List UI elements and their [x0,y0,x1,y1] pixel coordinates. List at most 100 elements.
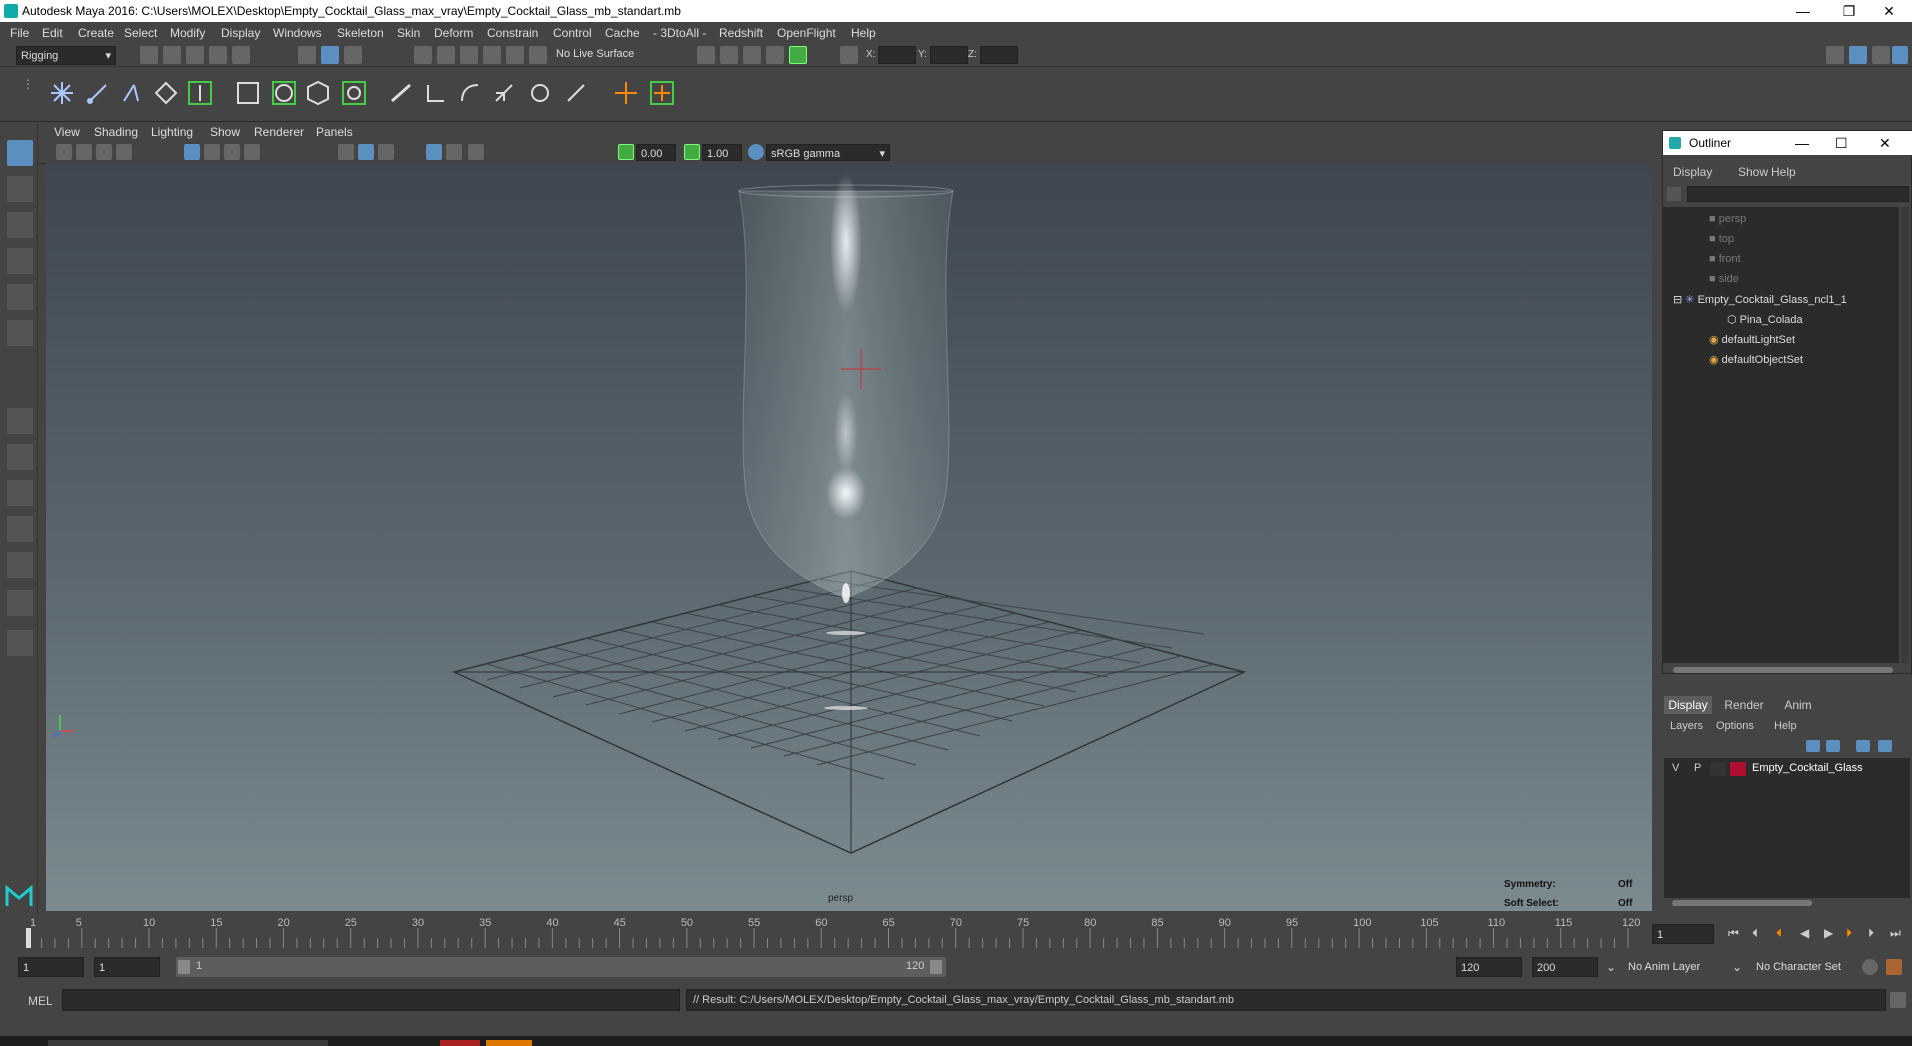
outliner-item-default-light-set[interactable]: ◉ defaultLightSet [1709,333,1795,346]
hypershade-layout-icon[interactable] [7,552,33,578]
single-view-layout-icon[interactable] [7,408,33,434]
color-space-dropdown[interactable]: sRGB gamma ▾ [766,144,890,161]
open-scene-icon[interactable] [163,46,181,64]
go-to-end-icon[interactable]: ⏭ [1890,926,1901,941]
cluster-icon[interactable] [340,79,368,107]
range-end-handle[interactable] [930,960,942,974]
layer-playback-toggle[interactable]: P [1694,762,1701,774]
lasso-tool-icon[interactable] [7,176,33,202]
current-frame-marker[interactable] [26,928,31,948]
tab-anim[interactable]: Anim [1774,696,1822,714]
step-forward-key-icon[interactable]: ⏵ [1846,926,1852,941]
collapse-icon[interactable]: ⊟ [1673,294,1685,306]
snap-surface-icon[interactable] [506,46,524,64]
layer-color-swatch[interactable] [1730,762,1746,776]
xray-icon[interactable] [426,144,442,160]
taskbar-item[interactable] [486,1040,532,1046]
outliner-item-front[interactable]: ■ front [1709,253,1741,265]
orient-constraint-icon[interactable] [490,79,518,107]
snap-curve-icon[interactable] [437,46,455,64]
playback-start-field[interactable]: 1 [94,957,160,977]
taskbar-item[interactable] [440,1040,480,1046]
outliner-menu-help[interactable]: Help [1771,165,1796,179]
select-hierarchy-icon[interactable] [298,46,316,64]
play-back-icon[interactable]: ◀ [1800,926,1809,940]
new-layer-selected-icon[interactable] [1878,740,1892,752]
outliner-vscrollbar[interactable] [1901,207,1909,663]
z-field[interactable] [980,46,1018,64]
outliner-item-top[interactable]: ■ top [1709,233,1734,245]
persp-graph-layout-icon[interactable] [7,516,33,542]
menu-skeleton[interactable]: Skeleton [337,26,384,40]
taskbar-item[interactable] [48,1040,328,1046]
playback-end-field[interactable]: 120 [1456,957,1522,977]
locator-group-icon[interactable] [648,79,676,107]
new-layer-icon[interactable] [1856,740,1870,752]
color-management-icon[interactable] [748,144,764,160]
layer-menu-layers[interactable]: Layers [1670,720,1703,732]
scale-tool-icon[interactable] [7,320,33,346]
vp-menu-view[interactable]: View [54,125,80,139]
select-tool-icon[interactable] [7,140,33,166]
grid-toggle-icon[interactable] [184,144,200,160]
film-gate-icon[interactable] [204,144,220,160]
live-surface-label[interactable]: No Live Surface [556,48,634,60]
undo-icon[interactable] [209,46,227,64]
outliner-item-side[interactable]: ■ side [1709,273,1739,285]
scene-start-field[interactable]: 1 [18,957,84,977]
play-forward-icon[interactable]: ▶ [1824,926,1833,940]
y-field[interactable] [930,46,968,64]
shadows-icon[interactable] [468,144,484,160]
step-back-key-icon[interactable]: ⏴ [1776,926,1782,941]
snap-live-icon[interactable] [529,46,547,64]
menu-file[interactable]: File [10,26,29,40]
locator-icon[interactable] [612,79,640,107]
outliner-item-glass-group[interactable]: ⊟ ✳ Empty_Cocktail_Glass_ncl1_1 [1673,293,1847,306]
snap-point-icon[interactable] [460,46,478,64]
menuset-dropdown[interactable]: Rigging ▾ [16,46,116,65]
bookmark-icon[interactable] [96,144,112,160]
render-frame-icon[interactable] [697,46,715,64]
smooth-shade-icon[interactable] [358,144,374,160]
minimize-button[interactable]: — [1780,0,1826,22]
vp-menu-lighting[interactable]: Lighting [151,125,193,139]
command-input[interactable] [62,989,680,1011]
scale-constraint-icon[interactable] [526,79,554,107]
menu-help[interactable]: Help [851,26,876,40]
modeling-toolkit-icon[interactable] [1826,46,1844,64]
bind-skin-icon[interactable] [234,79,262,107]
menu-skin[interactable]: Skin [397,26,420,40]
save-scene-icon[interactable] [186,46,204,64]
four-view-layout-icon[interactable] [7,444,33,470]
transform-absolute-icon[interactable] [840,46,858,64]
shelf-menu-icon[interactable]: ⋮ [22,77,34,113]
paint-select-tool-icon[interactable] [7,212,33,238]
vp-menu-show[interactable]: Show [210,125,240,139]
outliner-item-pina-colada[interactable]: ⬡ Pina_Colada [1727,313,1803,326]
menu-3dtoall[interactable]: - 3DtoAll - [653,26,706,40]
new-scene-icon[interactable] [140,46,158,64]
menu-edit[interactable]: Edit [42,26,63,40]
layer-display-type[interactable] [1710,762,1726,776]
snap-grid-icon[interactable] [414,46,432,64]
gamma-field[interactable]: 1.00 [702,144,742,161]
anim-layer-dropdown[interactable]: ⌄ No Anim Layer [1604,957,1738,977]
tool-settings-icon[interactable] [1872,46,1890,64]
ik-handle-icon[interactable] [84,79,112,107]
vp-menu-panels[interactable]: Panels [316,125,353,139]
ik-spline-icon[interactable] [118,79,146,107]
pole-vector-icon[interactable] [562,79,590,107]
script-language-toggle[interactable]: MEL [28,994,53,1008]
go-to-start-icon[interactable]: ⏮ [1728,926,1739,941]
minimize-icon[interactable]: — [1795,131,1809,155]
orient-joint-icon[interactable] [186,79,214,107]
menu-constrain[interactable]: Constrain [487,26,538,40]
attribute-editor-icon[interactable] [1849,46,1867,64]
custom-layout-icon[interactable] [7,590,33,616]
step-back-icon[interactable]: ⏴ [1752,926,1758,941]
menu-openflight[interactable]: OpenFlight [777,26,836,40]
lattice-icon[interactable] [304,79,332,107]
menu-redshift[interactable]: Redshift [719,26,763,40]
tab-render[interactable]: Render [1720,696,1768,714]
outliner-item-persp[interactable]: ■ persp [1709,213,1746,225]
